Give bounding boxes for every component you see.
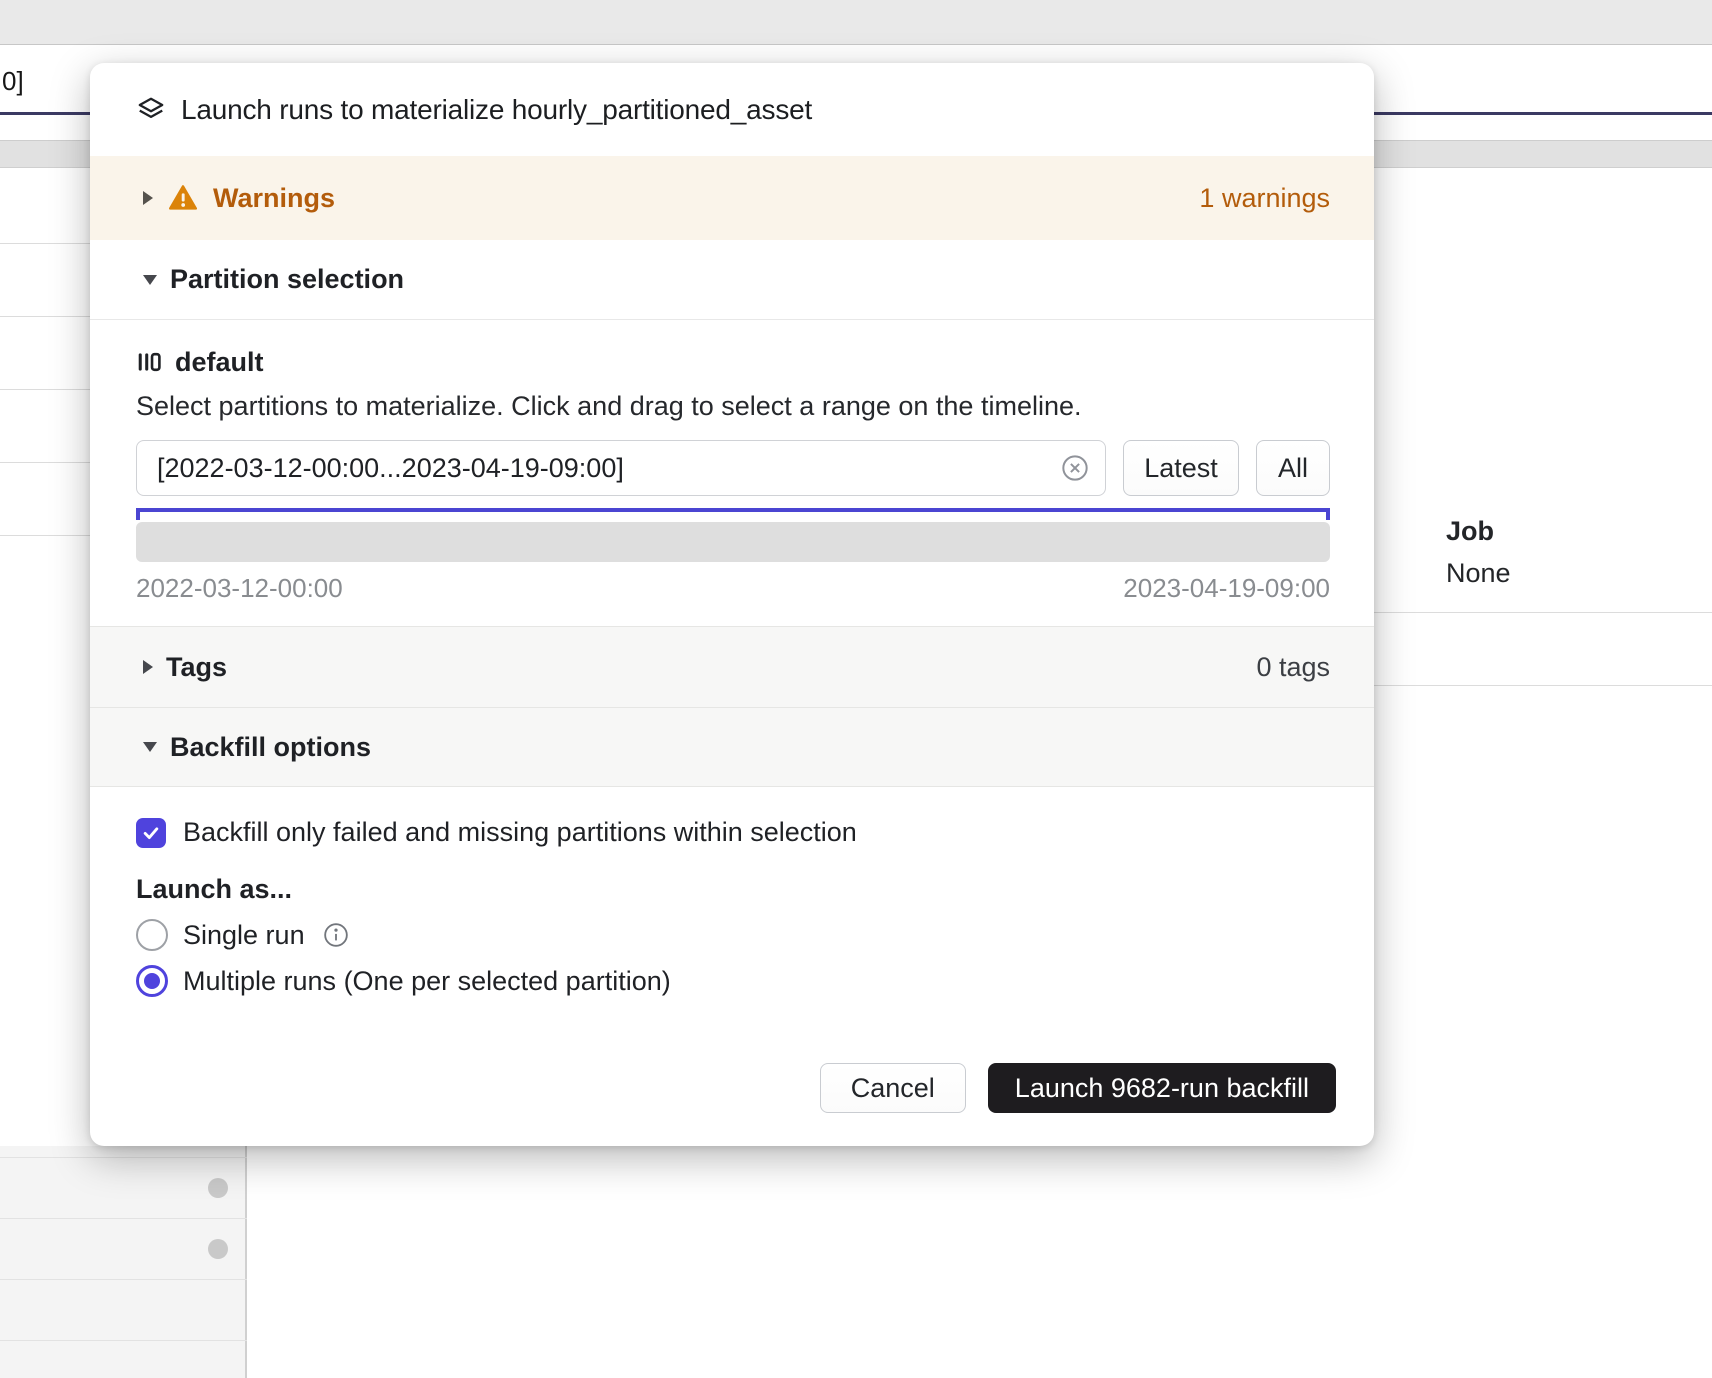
partition-range-field bbox=[136, 440, 1106, 496]
chevron-right-icon bbox=[143, 191, 153, 205]
tags-label: Tags bbox=[166, 652, 227, 683]
background-status-dot bbox=[208, 1239, 228, 1259]
dialog-footer: Cancel Launch 9682-run backfill bbox=[90, 1063, 1374, 1146]
background-row-line bbox=[0, 1279, 247, 1280]
backfill-failed-missing-label[interactable]: Backfill only failed and missing partiti… bbox=[183, 817, 857, 848]
timeline-range-labels: 2022-03-12-00:00 2023-04-19-09:00 bbox=[136, 572, 1330, 604]
info-icon[interactable] bbox=[323, 922, 349, 948]
multiple-runs-radio[interactable] bbox=[136, 965, 168, 997]
job-column-header: Job bbox=[1446, 516, 1494, 547]
range-start-label: 2022-03-12-00:00 bbox=[136, 573, 343, 604]
dimension-name: default bbox=[175, 347, 264, 378]
background-row-line bbox=[1374, 685, 1712, 686]
multiple-runs-option: Multiple runs (One per selected partitio… bbox=[136, 964, 1330, 998]
background-row-line bbox=[0, 535, 90, 536]
single-run-label[interactable]: Single run bbox=[183, 920, 305, 951]
multiple-runs-label[interactable]: Multiple runs (One per selected partitio… bbox=[183, 966, 671, 997]
partition-help-text: Select partitions to materialize. Click … bbox=[136, 388, 1330, 424]
backfill-options-toggle[interactable]: Backfill options bbox=[90, 708, 1374, 787]
backfill-failed-missing-checkbox[interactable] bbox=[136, 818, 166, 848]
partition-selection-toggle[interactable]: Partition selection bbox=[90, 240, 1374, 320]
background-row-line bbox=[0, 243, 90, 244]
chevron-down-icon bbox=[143, 275, 157, 285]
partition-selection-label: Partition selection bbox=[170, 264, 404, 295]
partition-timeline[interactable] bbox=[136, 522, 1330, 562]
dialog-header: Launch runs to materialize hourly_partit… bbox=[90, 63, 1374, 156]
all-button[interactable]: All bbox=[1256, 440, 1330, 496]
background-top-bar bbox=[0, 0, 1712, 45]
chevron-down-icon bbox=[143, 742, 157, 752]
background-row-line bbox=[0, 316, 90, 317]
launch-backfill-dialog: Launch runs to materialize hourly_partit… bbox=[90, 63, 1374, 1146]
single-run-option: Single run bbox=[136, 918, 1330, 952]
partition-range-input[interactable] bbox=[157, 453, 1061, 484]
partition-input-row: Latest All bbox=[136, 440, 1330, 496]
launch-as-label: Launch as... bbox=[136, 874, 1330, 906]
partition-bars-icon bbox=[136, 349, 162, 375]
dialog-title: Launch runs to materialize hourly_partit… bbox=[181, 94, 812, 126]
chevron-right-icon bbox=[143, 660, 153, 674]
warnings-label: Warnings bbox=[213, 183, 335, 214]
background-row-line bbox=[0, 1157, 247, 1158]
backfill-options-label: Backfill options bbox=[170, 732, 371, 763]
background-row-line bbox=[0, 1218, 247, 1219]
cancel-button[interactable]: Cancel bbox=[820, 1063, 966, 1113]
single-run-radio[interactable] bbox=[136, 919, 168, 951]
warning-triangle-icon bbox=[169, 185, 197, 211]
launch-backfill-button[interactable]: Launch 9682-run backfill bbox=[988, 1063, 1336, 1113]
partition-selection-content: default Select partitions to materialize… bbox=[90, 320, 1374, 626]
background-row-line bbox=[0, 1340, 247, 1341]
backfill-failed-missing-row: Backfill only failed and missing partiti… bbox=[136, 817, 1330, 848]
background-row-line bbox=[1374, 612, 1712, 613]
backfill-options-content: Backfill only failed and missing partiti… bbox=[90, 787, 1374, 998]
tags-count: 0 tags bbox=[1256, 652, 1330, 683]
selected-range-bracket bbox=[136, 508, 1330, 520]
tags-section-toggle[interactable]: Tags 0 tags bbox=[90, 626, 1374, 708]
latest-button[interactable]: Latest bbox=[1123, 440, 1239, 496]
dimension-row: default bbox=[136, 346, 1330, 378]
clear-input-icon[interactable] bbox=[1061, 454, 1089, 482]
range-end-label: 2023-04-19-09:00 bbox=[1123, 573, 1330, 604]
warnings-section-toggle[interactable]: Warnings 1 warnings bbox=[90, 156, 1374, 240]
warnings-count: 1 warnings bbox=[1199, 183, 1330, 214]
background-row-line bbox=[0, 462, 90, 463]
background-partial-input-text: 0] bbox=[2, 66, 24, 97]
background-row-line bbox=[0, 389, 90, 390]
background-status-dot bbox=[208, 1178, 228, 1198]
layers-icon bbox=[136, 95, 166, 125]
job-column-value: None bbox=[1446, 558, 1511, 589]
